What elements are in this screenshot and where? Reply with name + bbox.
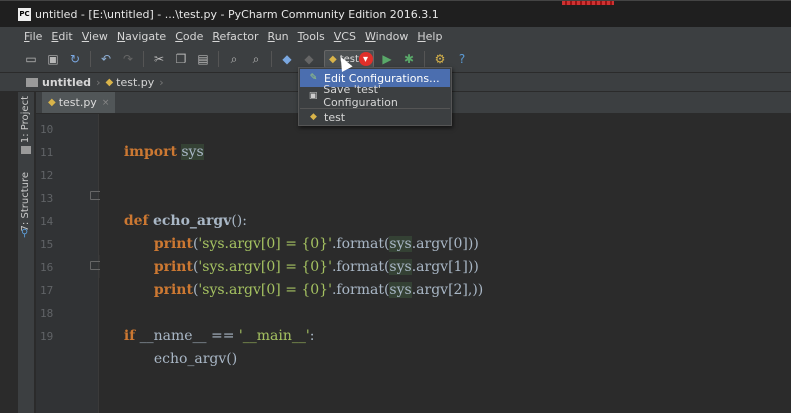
tool-window-strip: 1: Project 7: Structure ⚲	[18, 92, 35, 413]
toolbar-separator	[271, 51, 272, 67]
cut-icon[interactable]: ✂	[152, 52, 166, 66]
menu-item-save-configuration[interactable]: ▣ Save 'test' Configuration	[300, 83, 450, 109]
code-line: print('sys.argv[0] = {0}'.format(sys.arg…	[136, 210, 791, 252]
code-line: print('sys.argv[0] = {0}'.format(sys.arg…	[136, 233, 791, 275]
tab-label: test.py	[58, 96, 97, 109]
menu-item-label: Save 'test' Configuration	[323, 83, 398, 109]
code-editor[interactable]: import sys def echo_argv(): print('sys.a…	[100, 114, 791, 413]
run-config-dropdown: ✎ Edit Configurations... ▣ Save 'test' C…	[298, 67, 452, 126]
line-number: 19	[40, 330, 54, 343]
toolbar-separator	[424, 51, 425, 67]
tab-test-py[interactable]: ◆ test.py ×	[42, 92, 116, 113]
code-line: print('sys.argv[0] = {0}'.format(sys.arg…	[136, 256, 791, 298]
line-number: 14	[40, 215, 54, 228]
module-name: sys	[389, 282, 412, 298]
module-name: sys	[181, 144, 204, 160]
menu-window[interactable]: Window	[365, 30, 408, 43]
titlebar-decoration	[562, 1, 614, 5]
code-text: .format(	[331, 282, 390, 298]
structure-tool-icon: ⚲	[21, 228, 29, 239]
toolbar-separator	[90, 51, 91, 67]
menu-refactor[interactable]: Refactor	[212, 30, 258, 43]
line-number: 15	[40, 238, 54, 251]
settings-icon[interactable]: ⚙	[433, 52, 447, 66]
line-number: 13	[40, 192, 54, 205]
folder-icon	[26, 77, 38, 87]
left-edge	[0, 92, 18, 413]
code-text: echo_argv()	[153, 351, 238, 367]
tool-window-structure[interactable]: 7: Structure	[20, 172, 31, 231]
pycharm-app-icon: PC	[18, 7, 31, 21]
python-file-icon: ◆	[105, 76, 114, 88]
python-file-icon: ◆	[310, 112, 317, 122]
back-icon[interactable]: ◆	[280, 52, 294, 66]
line-number: 16	[40, 261, 54, 274]
project-tool-icon	[21, 146, 31, 154]
code-line: if __name__ == '__main__':	[106, 302, 791, 344]
breadcrumb-project[interactable]: untitled	[26, 76, 91, 89]
code-line: echo_argv()	[136, 325, 791, 367]
builtin-call: print	[153, 282, 193, 298]
menu-navigate[interactable]: Navigate	[117, 30, 166, 43]
redo-icon[interactable]: ↷	[121, 52, 135, 66]
code-line: def echo_argv():	[106, 187, 791, 229]
menu-run[interactable]: Run	[268, 30, 289, 43]
run-icon[interactable]: ▶	[380, 52, 394, 66]
tool-window-project[interactable]: 1: Project	[20, 96, 31, 143]
menu-help[interactable]: Help	[417, 30, 442, 43]
copy-icon[interactable]: ❐	[174, 52, 188, 66]
line-number: 10	[40, 123, 54, 136]
breadcrumb-chevron-icon: ›	[96, 75, 101, 89]
line-number: 12	[40, 169, 54, 182]
edit-config-icon: ✎	[309, 73, 318, 83]
breadcrumb-project-label: untitled	[42, 75, 92, 89]
keyword: if	[123, 328, 136, 344]
paste-icon[interactable]: ▤	[196, 52, 210, 66]
python-file-icon: ◆	[48, 97, 56, 108]
string-literal: 'sys.argv[0] = {0}'	[198, 282, 332, 298]
replace-icon[interactable]: ⌕	[249, 52, 263, 66]
menu-code[interactable]: Code	[175, 30, 203, 43]
breadcrumb-chevron-icon: ›	[159, 75, 164, 89]
code-text: .argv[2],))	[411, 282, 484, 298]
save-config-icon: ▣	[308, 91, 318, 101]
menu-file[interactable]: File	[24, 30, 42, 43]
toolbar-separator	[143, 51, 144, 67]
window-titlebar: PC untitled - [E:\untitled] - ...\test.p…	[0, 0, 791, 27]
breadcrumb-file-label: test.py	[116, 75, 155, 89]
menu-view[interactable]: View	[82, 30, 108, 43]
open-folder-icon[interactable]: ▭	[24, 52, 38, 66]
keyword: import	[123, 144, 177, 160]
chevron-down-icon[interactable]: ▾	[363, 54, 368, 65]
menu-item-label: test	[324, 110, 346, 124]
close-icon[interactable]: ×	[102, 98, 110, 108]
menu-edit[interactable]: Edit	[51, 30, 72, 43]
line-number: 18	[40, 307, 54, 320]
line-number: 11	[40, 146, 54, 159]
menu-bar: File Edit View Navigate Code Refactor Ru…	[0, 27, 791, 46]
breadcrumb-file[interactable]: ◆ test.py	[105, 76, 154, 89]
menu-tools[interactable]: Tools	[298, 30, 325, 43]
menu-vcs[interactable]: VCS	[334, 30, 356, 43]
window-title: untitled - [E:\untitled] - ...\test.py -…	[35, 7, 439, 21]
help-icon[interactable]: ?	[455, 52, 469, 66]
find-icon[interactable]: ⌕	[227, 52, 241, 66]
forward-icon[interactable]: ◆	[302, 52, 316, 66]
menu-item-test[interactable]: ◆ test	[300, 108, 450, 126]
debug-icon[interactable]: ✱	[402, 52, 416, 66]
undo-icon[interactable]: ↶	[99, 52, 113, 66]
save-icon[interactable]: ▣	[46, 52, 60, 66]
line-number: 17	[40, 284, 54, 297]
sync-icon[interactable]: ↻	[68, 52, 82, 66]
toolbar-separator	[218, 51, 219, 67]
